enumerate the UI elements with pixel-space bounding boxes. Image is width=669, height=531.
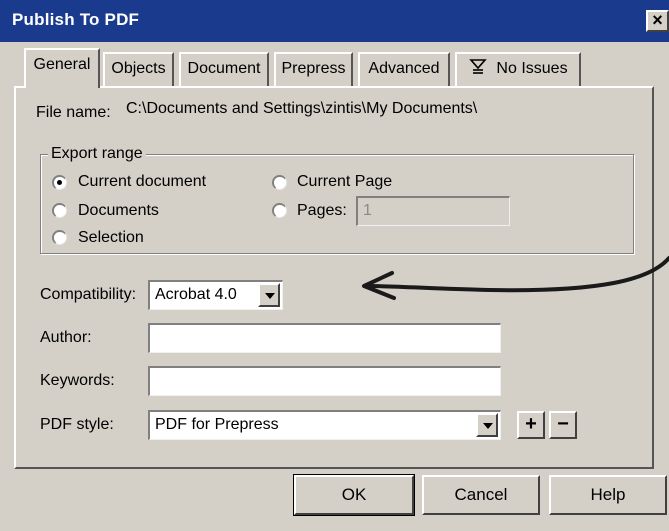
pages-input[interactable]: 1	[356, 196, 510, 226]
file-name-label: File name:	[36, 104, 111, 121]
radio-pages[interactable]	[272, 203, 287, 218]
radio-selection-label: Selection	[78, 229, 144, 246]
tab-objects[interactable]: Objects	[103, 52, 174, 86]
pdf-style-dropdown-button[interactable]	[476, 413, 498, 437]
tab-no-issues-label: No Issues	[496, 60, 568, 77]
compatibility-value: Acrobat 4.0	[155, 286, 237, 303]
radio-current-page-label: Current Page	[297, 173, 393, 190]
issues-icon	[469, 59, 488, 74]
pdf-style-label: PDF style:	[40, 416, 114, 433]
close-button[interactable]: ×	[646, 10, 669, 32]
radio-selection[interactable]	[52, 230, 67, 245]
tab-objects-label: Objects	[111, 60, 166, 77]
author-label: Author:	[40, 329, 92, 346]
remove-style-button[interactable]: −	[549, 411, 577, 439]
radio-documents[interactable]	[52, 203, 67, 218]
help-button[interactable]: Help	[549, 475, 667, 515]
file-name-value: C:\Documents and Settings\zintis\My Docu…	[126, 100, 478, 117]
tab-document[interactable]: Document	[179, 52, 269, 86]
cancel-button[interactable]: Cancel	[422, 475, 540, 515]
add-style-button[interactable]: +	[517, 411, 545, 439]
tab-advanced[interactable]: Advanced	[358, 52, 450, 86]
radio-documents-label: Documents	[78, 202, 159, 219]
window-title: Publish To PDF	[12, 10, 140, 29]
tab-prepress-label: Prepress	[281, 60, 346, 77]
keywords-input[interactable]	[148, 366, 501, 396]
tab-general[interactable]: General	[24, 48, 100, 88]
radio-current-page[interactable]	[272, 175, 287, 190]
tab-document-label: Document	[187, 60, 261, 77]
pdf-style-select[interactable]: PDF for Prepress	[148, 410, 501, 440]
annotation-arrow	[362, 256, 669, 300]
compatibility-label: Compatibility:	[40, 286, 137, 303]
tab-advanced-label: Advanced	[368, 60, 440, 77]
keywords-label: Keywords:	[40, 372, 115, 389]
radio-pages-label: Pages:	[297, 202, 347, 219]
export-range-legend: Export range	[48, 145, 146, 163]
radio-current-document-label: Current document	[78, 173, 207, 190]
author-input[interactable]	[148, 323, 501, 353]
radio-current-document[interactable]	[52, 175, 67, 190]
pdf-style-value: PDF for Prepress	[155, 416, 279, 433]
tab-prepress[interactable]: Prepress	[274, 52, 353, 86]
tab-no-issues[interactable]: No Issues	[455, 52, 581, 86]
tab-general-label: General	[33, 56, 91, 73]
compatibility-dropdown-button[interactable]	[258, 283, 280, 307]
ok-button[interactable]: OK	[293, 474, 415, 516]
